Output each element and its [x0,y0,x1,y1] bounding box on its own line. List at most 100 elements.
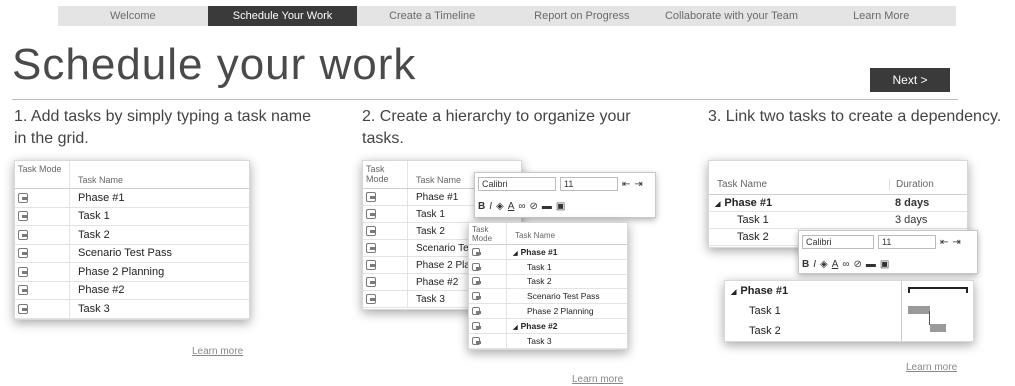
tab-report-on-progress[interactable]: Report on Progress [507,6,657,26]
task-name-cell[interactable]: ◢ Phase #1 [709,197,889,209]
task-2-bar [930,324,946,332]
font-name-box[interactable]: Calibri [478,177,556,191]
table-row[interactable]: Task 1 3 days [709,212,967,229]
tab-schedule-your-work[interactable]: Schedule Your Work [207,6,358,26]
auto-schedule-icon [472,336,481,345]
task-name-cell[interactable]: ◢ Phase #1 [725,285,897,297]
task-name-cell[interactable]: Task 1 [507,262,627,272]
task-name-cell[interactable]: Task 2 [70,229,249,241]
unlink-icon[interactable]: ⊘ [854,259,862,270]
table-row[interactable]: ◢ Phase #1 8 days [709,195,967,212]
font-name-box[interactable]: Calibri [802,235,874,249]
auto-schedule-icon [18,192,28,203]
task-name-cell[interactable]: Task 1 [70,210,249,222]
task-mode-header: Task Mode [15,161,70,188]
link-icon[interactable]: ∞ [518,201,525,212]
task-name-text: Scenario Test Pass [527,291,600,302]
table-row[interactable]: Task 2 [15,226,249,245]
table-row[interactable]: Phase 2 Planning [15,263,249,282]
step-2-learn-more-link[interactable]: Learn more [572,374,623,385]
collapse-icon[interactable]: ◢ [513,325,518,331]
duration-cell[interactable]: 3 days [889,214,967,226]
task-name-cell[interactable]: Scenario Test Pass [507,291,627,301]
table-row[interactable]: Scenario Test Pass [15,244,249,263]
auto-schedule-icon [366,243,376,253]
progress-icon[interactable]: ▬ [542,201,552,212]
duration-cell[interactable]: 8 days [889,197,967,209]
fill-color-icon[interactable]: ◈ [496,201,504,212]
task-mode-cell [15,263,70,281]
font-size-box[interactable]: 11 [878,235,936,249]
indent-icon[interactable]: ⇥ [952,237,960,248]
next-button[interactable]: Next > [870,68,950,92]
more-icon[interactable]: ▣ [880,259,889,270]
table-row[interactable]: ◢ Phase #2 [469,318,627,334]
collapse-icon[interactable]: ◢ [731,289,736,296]
auto-schedule-icon [366,294,376,304]
task-name-header: Task Name [78,175,124,185]
table-row[interactable]: Phase 2 Planning [469,304,627,319]
title-divider [12,99,958,100]
table-row[interactable]: Phase #1 [15,189,249,208]
italic-icon[interactable]: I [813,259,816,270]
fill-color-icon[interactable]: ◈ [820,259,828,270]
indent-icon[interactable]: ⇥ [634,179,642,190]
task-mode-cell [469,245,507,259]
collapse-icon[interactable]: ◢ [715,201,720,208]
step-1-learn-more-link[interactable]: Learn more [192,346,243,357]
task-name-cell[interactable]: Task 2 [725,325,897,337]
task-name-cell[interactable]: Task 1 [709,214,889,226]
table-row[interactable]: Task 2 [725,321,897,341]
page-title: Schedule your work [12,40,417,89]
tab-create-a-timeline[interactable]: Create a Timeline [357,6,507,26]
auto-schedule-icon [472,307,481,316]
task-1-bar [908,306,930,314]
link-icon[interactable]: ∞ [842,259,849,270]
table-row[interactable]: Task 3 [469,333,627,349]
auto-schedule-icon [366,192,376,202]
table-row[interactable]: Task 1 [469,259,627,275]
font-size-box[interactable]: 11 [560,177,618,191]
auto-schedule-icon [472,277,481,286]
step-3-learn-more-link[interactable]: Learn more [906,362,957,373]
unlink-icon[interactable]: ⊘ [530,201,538,212]
task-name-cell[interactable]: ◢ Phase #1 [507,247,627,257]
table-row[interactable]: Scenario Test Pass [469,289,627,305]
task-name-cell[interactable]: Phase #2 [70,284,249,296]
progress-icon[interactable]: ▬ [866,259,876,270]
table-row[interactable]: ◢ Phase #1 [469,245,627,260]
bold-icon[interactable]: B [478,201,485,212]
task-name-header: Task Name [717,179,768,190]
tab-welcome[interactable]: Welcome [58,6,208,26]
task-name-cell[interactable]: ◢ Phase #2 [507,321,627,331]
task-mode-cell [15,244,70,262]
font-color-icon[interactable]: A [508,201,515,212]
tab-learn-more[interactable]: Learn More [806,6,956,26]
task-name-cell[interactable]: Task 1 [725,305,897,317]
task-name-cell[interactable]: Task 3 [507,336,627,346]
outdent-icon[interactable]: ⇤ [622,179,630,190]
table-row[interactable]: Task 2 [469,274,627,290]
table-row[interactable]: Task 3 [15,300,249,319]
task-name-cell[interactable]: Phase #1 [70,192,249,204]
task-name-cell[interactable]: Scenario Test Pass [70,247,249,259]
task-name-text: Task 2 [737,231,769,243]
outdent-icon[interactable]: ⇤ [940,237,948,248]
task-name-cell[interactable]: Task 3 [70,303,249,315]
task-name-cell[interactable]: Phase 2 Planning [70,266,249,278]
italic-icon[interactable]: I [489,201,492,212]
table-row[interactable]: Phase #2 [15,281,249,300]
bold-icon[interactable]: B [802,259,809,270]
task-name-cell[interactable]: Task 2 [507,276,627,286]
table-row[interactable]: Task 1 [725,301,897,321]
table-row[interactable]: ◢ Phase #1 [725,281,897,301]
step-1-text: 1. Add tasks by simply typing a task nam… [14,108,312,147]
tab-collaborate[interactable]: Collaborate with your Team [657,6,807,26]
collapse-icon[interactable]: ◢ [513,251,518,257]
more-icon[interactable]: ▣ [556,201,565,212]
summary-bar [908,287,968,293]
table-row[interactable]: Task 1 [15,207,249,226]
task-name-text: Task 1 [737,214,769,226]
font-color-icon[interactable]: A [832,259,839,270]
task-name-cell[interactable]: Phase 2 Planning [507,306,627,316]
